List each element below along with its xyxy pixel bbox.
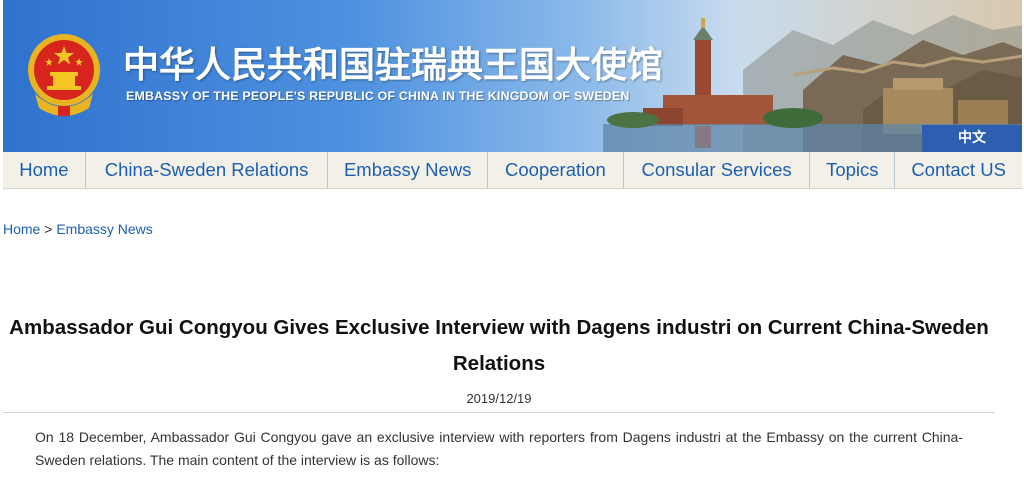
breadcrumb: Home > Embassy News bbox=[3, 221, 153, 237]
nav-item-home[interactable]: Home bbox=[3, 152, 86, 188]
article-date: 2019/12/19 bbox=[466, 391, 532, 406]
article-body-paragraph: On 18 December, Ambassador Gui Congyou g… bbox=[35, 429, 963, 468]
breadcrumb-embassy-news-link[interactable]: Embassy News bbox=[56, 221, 152, 237]
national-emblem-icon bbox=[28, 34, 100, 116]
nav-item-cooperation[interactable]: Cooperation bbox=[488, 152, 624, 188]
nav-item-embassy-news[interactable]: Embassy News bbox=[328, 152, 489, 188]
site-banner: 中华人民共和国驻瑞典王国大使馆 EMBASSY OF THE PEOPLE'S … bbox=[3, 0, 1022, 152]
divider bbox=[3, 412, 995, 413]
breadcrumb-separator: > bbox=[40, 221, 57, 237]
breadcrumb-home-link[interactable]: Home bbox=[3, 221, 40, 237]
site-title-english: EMBASSY OF THE PEOPLE'S REPUBLIC OF CHIN… bbox=[126, 89, 630, 103]
nav-item-topics[interactable]: Topics bbox=[810, 152, 896, 188]
nav-item-china-sweden-relations[interactable]: China-Sweden Relations bbox=[86, 152, 329, 188]
article-title: Ambassador Gui Congyou Gives Exclusive I… bbox=[9, 316, 989, 375]
language-switch-button[interactable]: 中文 bbox=[922, 125, 1022, 152]
main-nav: Home China-Sweden Relations Embassy News… bbox=[3, 152, 1022, 189]
nav-item-consular-services[interactable]: Consular Services bbox=[624, 152, 811, 188]
nav-item-contact-us[interactable]: Contact US bbox=[895, 152, 1022, 188]
